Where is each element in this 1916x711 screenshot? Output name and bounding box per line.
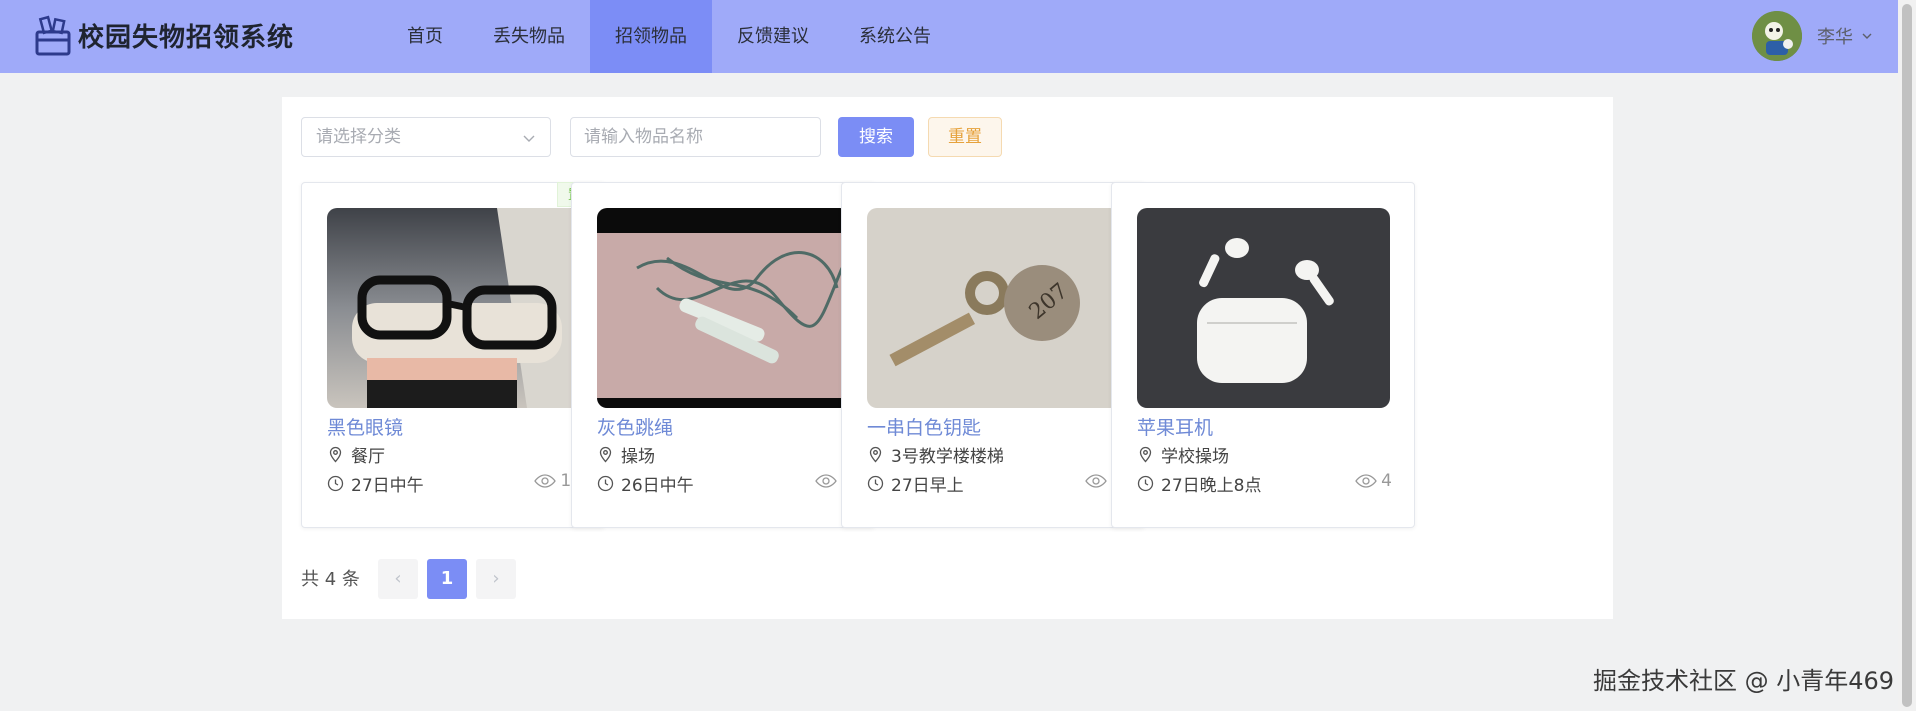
pagination-next-button[interactable]: › bbox=[476, 559, 516, 599]
search-button[interactable]: 搜索 bbox=[838, 117, 914, 157]
item-time: 26日中午 bbox=[597, 471, 694, 496]
clock-icon bbox=[867, 475, 884, 492]
location-pin-icon bbox=[599, 446, 612, 463]
item-image[interactable] bbox=[597, 208, 850, 408]
item-location-text: 学校操场 bbox=[1161, 447, 1229, 467]
item-location-text: 餐厅 bbox=[351, 447, 385, 467]
item-image[interactable] bbox=[1137, 208, 1390, 408]
reset-button[interactable]: 重置 bbox=[928, 117, 1002, 157]
item-card-jump-rope[interactable]: 灰色跳绳 操场 26日中午 8 bbox=[571, 182, 875, 528]
pagination-page-button[interactable]: 1 bbox=[427, 559, 467, 599]
clock-icon bbox=[327, 475, 344, 492]
item-time-text: 26日中午 bbox=[621, 476, 694, 496]
item-card-earbuds[interactable]: 苹果耳机 学校操场 27日晚上8点 4 bbox=[1111, 182, 1415, 528]
nav-announcements[interactable]: 系统公告 bbox=[834, 0, 956, 73]
item-location: 餐厅 bbox=[327, 442, 385, 467]
chevron-down-icon bbox=[1862, 33, 1872, 39]
item-title[interactable]: 黑色眼镜 bbox=[327, 413, 403, 440]
lost-found-box-icon bbox=[35, 15, 71, 56]
scrollbar-thumb[interactable] bbox=[1902, 4, 1912, 707]
content-panel: 请选择分类 请输入物品名称 搜索 重置 置顶 bbox=[282, 97, 1613, 619]
search-placeholder: 请输入物品名称 bbox=[584, 127, 703, 147]
item-views-count: 4 bbox=[1381, 471, 1392, 491]
item-time-text: 27日中午 bbox=[351, 476, 424, 496]
item-image[interactable] bbox=[327, 208, 580, 408]
top-navbar: 校园失物招领系统 首页 丢失物品 招领物品 反馈建议 系统公告 李华 bbox=[0, 0, 1898, 73]
chevron-down-icon bbox=[523, 135, 535, 142]
clock-icon bbox=[1137, 475, 1154, 492]
item-card-glasses[interactable]: 置顶 黑色眼镜 餐厅 bbox=[301, 182, 605, 528]
eye-icon bbox=[534, 474, 557, 488]
nav-lost-items[interactable]: 丢失物品 bbox=[468, 0, 590, 73]
item-location-text: 操场 bbox=[621, 447, 655, 467]
jump-rope-photo-icon bbox=[597, 208, 850, 408]
category-select[interactable]: 请选择分类 bbox=[301, 117, 551, 157]
pagination-prev-button[interactable]: ‹ bbox=[378, 559, 418, 599]
item-location: 3号教学楼楼梯 bbox=[867, 442, 1004, 467]
item-time: 27日中午 bbox=[327, 471, 424, 496]
item-views: 4 bbox=[1355, 471, 1392, 491]
location-pin-icon bbox=[329, 446, 342, 463]
item-time-text: 27日早上 bbox=[891, 476, 964, 496]
key-photo-icon: 207 bbox=[867, 208, 1120, 408]
item-card-keys[interactable]: 207 一串白色钥匙 3号教学楼楼梯 27日早上 7 bbox=[841, 182, 1145, 528]
main-nav: 首页 丢失物品 招领物品 反馈建议 系统公告 bbox=[382, 0, 956, 73]
location-pin-icon bbox=[869, 446, 882, 463]
item-location: 操场 bbox=[597, 442, 655, 467]
nav-home[interactable]: 首页 bbox=[382, 0, 468, 73]
item-title[interactable]: 一串白色钥匙 bbox=[867, 413, 981, 440]
avatar[interactable] bbox=[1752, 11, 1802, 61]
search-input[interactable]: 请输入物品名称 bbox=[570, 117, 821, 157]
user-menu[interactable]: 李华 bbox=[1752, 11, 1873, 61]
user-name: 李华 bbox=[1817, 27, 1853, 48]
item-time: 27日晚上8点 bbox=[1137, 471, 1261, 496]
item-title[interactable]: 苹果耳机 bbox=[1137, 413, 1213, 440]
item-location-text: 3号教学楼楼梯 bbox=[891, 447, 1004, 467]
app-logo[interactable]: 校园失物招领系统 bbox=[34, 14, 294, 56]
category-placeholder: 请选择分类 bbox=[316, 127, 401, 147]
location-pin-icon bbox=[1139, 446, 1152, 463]
eye-icon bbox=[1355, 474, 1377, 488]
item-time-text: 27日晚上8点 bbox=[1161, 476, 1262, 496]
item-image[interactable]: 207 bbox=[867, 208, 1120, 408]
nav-found-items[interactable]: 招领物品 bbox=[590, 0, 712, 73]
page-scrollbar[interactable] bbox=[1898, 0, 1916, 711]
pagination-total: 共 4 条 bbox=[301, 569, 360, 590]
item-location: 学校操场 bbox=[1137, 442, 1229, 467]
nav-feedback[interactable]: 反馈建议 bbox=[712, 0, 834, 73]
eye-icon bbox=[815, 474, 837, 488]
item-time: 27日早上 bbox=[867, 471, 964, 496]
item-title[interactable]: 灰色跳绳 bbox=[597, 413, 673, 440]
eye-icon bbox=[1085, 474, 1107, 488]
clock-icon bbox=[597, 475, 614, 492]
earbuds-photo-icon bbox=[1137, 208, 1390, 408]
app-title: 校园失物招领系统 bbox=[78, 22, 295, 53]
glasses-photo-icon bbox=[327, 208, 580, 408]
watermark: 掘金技术社区 @ 小青年469 bbox=[1593, 667, 1895, 695]
